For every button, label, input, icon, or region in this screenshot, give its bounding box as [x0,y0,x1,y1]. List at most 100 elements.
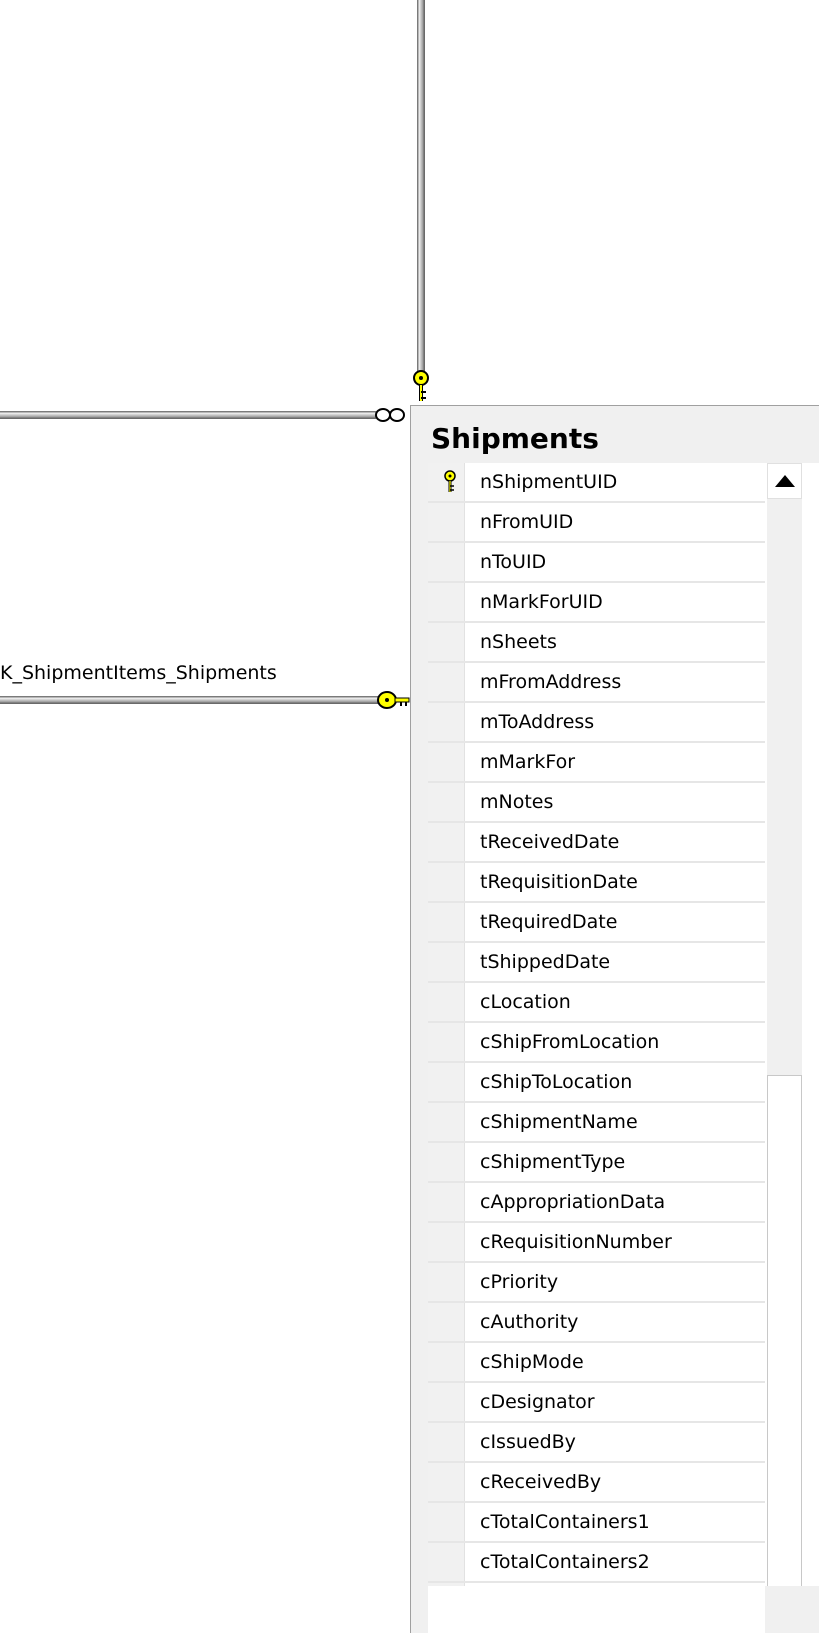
table-title[interactable]: Shipments [431,422,599,455]
table-footer [428,1586,765,1633]
row-selector[interactable] [428,903,465,941]
table-row[interactable]: cLocation [428,983,765,1023]
column-name: mMarkFor [480,751,576,773]
column-name: nSheets [480,631,557,653]
row-selector[interactable] [428,823,465,861]
column-name: cTotalContainers1 [480,1511,650,1533]
column-name: nMarkForUID [480,591,603,613]
column-list: nShipmentUID nFromUID nToUID nMarkForUID nSh… [428,463,765,1586]
table-row[interactable]: nSheets [428,623,765,663]
row-selector[interactable] [428,1063,465,1101]
table-row[interactable]: cAppropriationData [428,1183,765,1223]
relationship-line-top[interactable] [0,411,376,419]
column-name: nShipmentUID [480,471,618,493]
column-name: cShipFromLocation [480,1031,660,1053]
row-selector[interactable] [428,1343,465,1381]
column-name: cAppropriationData [480,1191,666,1213]
column-name: cShipMode [480,1351,584,1373]
row-selector[interactable] [428,463,465,501]
table-row[interactable]: tReceivedDate [428,823,765,863]
row-selector[interactable] [428,743,465,781]
row-selector[interactable] [428,663,465,701]
table-row[interactable]: cDesignator [428,1383,765,1423]
row-selector[interactable] [428,1223,465,1261]
row-selector[interactable] [428,1183,465,1221]
row-selector[interactable] [428,783,465,821]
relationship-line-vertical[interactable] [417,0,425,372]
row-selector[interactable] [428,583,465,621]
row-selector[interactable] [428,543,465,581]
row-selector[interactable] [428,503,465,541]
row-selector[interactable] [428,1263,465,1301]
table-row[interactable]: nFromUID [428,503,765,543]
table-row[interactable]: tRequisitionDate [428,863,765,903]
row-selector[interactable] [428,1023,465,1061]
shipments-table[interactable]: Shipments nShipmentUID nFromUID nToUID nMar… [410,405,819,1633]
column-name: tShippedDate [480,951,611,973]
column-name: cTotalContainers2 [480,1551,650,1573]
column-name: mFromAddress [480,671,622,693]
table-row[interactable]: nToUID [428,543,765,583]
table-row[interactable]: cShipFromLocation [428,1023,765,1063]
key-icon [413,370,429,401]
row-selector[interactable] [428,703,465,741]
column-name: cShipToLocation [480,1071,633,1093]
table-row[interactable]: cAuthority [428,1303,765,1343]
row-selector[interactable] [428,1463,465,1501]
table-row[interactable]: cIssuedBy [428,1423,765,1463]
table-row[interactable]: mMarkFor [428,743,765,783]
table-row[interactable]: cReceivedBy [428,1463,765,1503]
column-name: nToUID [480,551,547,573]
column-name: tReceivedDate [480,831,620,853]
row-selector[interactable] [428,1143,465,1181]
table-row[interactable]: cShipToLocation [428,1063,765,1103]
table-row[interactable]: cShipMode [428,1343,765,1383]
table-row[interactable]: mToAddress [428,703,765,743]
diagram-canvas: K_ShipmentItems_Shipments Shipments nShi… [0,0,819,1633]
column-name: cShipmentType [480,1151,626,1173]
column-name: cIssuedBy [480,1431,576,1453]
table-row[interactable]: cRequisitionNumber [428,1223,765,1263]
scroll-up-button[interactable] [767,463,802,499]
table-row[interactable]: tRequiredDate [428,903,765,943]
row-selector[interactable] [428,1423,465,1461]
row-selector[interactable] [428,943,465,981]
column-name: mToAddress [480,711,595,733]
table-row[interactable]: tShippedDate [428,943,765,983]
row-selector[interactable] [428,1503,465,1541]
column-name: tRequiredDate [480,911,618,933]
row-selector[interactable] [428,1303,465,1341]
primary-key-icon [444,470,456,492]
row-selector[interactable] [428,1543,465,1581]
column-name: cRequisitionNumber [480,1231,672,1253]
column-name: cPriority [480,1271,559,1293]
column-name: nFromUID [480,511,574,533]
row-selector[interactable] [428,1103,465,1141]
relationship-line-bottom[interactable] [0,696,378,704]
table-row[interactable]: cPriority [428,1263,765,1303]
key-horizontal-icon [377,691,410,709]
table-row[interactable]: cTotalContainers1 [428,1503,765,1543]
column-grid: nShipmentUID nFromUID nToUID nMarkForUID nSh… [428,463,819,1586]
table-row[interactable]: cShipmentType [428,1143,765,1183]
table-row[interactable]: mNotes [428,783,765,823]
row-selector[interactable] [428,1383,465,1421]
table-row[interactable]: cTotalContainers2 [428,1543,765,1583]
column-name: cDesignator [480,1391,595,1413]
vertical-scrollbar[interactable] [767,463,802,1586]
column-name: cShipmentName [480,1111,638,1133]
row-selector[interactable] [428,983,465,1021]
table-row[interactable]: nShipmentUID [428,463,765,503]
column-name: mNotes [480,791,554,813]
infinity-icon [375,408,405,422]
table-row[interactable]: mFromAddress [428,663,765,703]
column-name: cLocation [480,991,571,1013]
scroll-thumb[interactable] [767,1075,802,1586]
row-selector[interactable] [428,863,465,901]
relationship-label[interactable]: K_ShipmentItems_Shipments [0,662,277,684]
table-row[interactable]: nMarkForUID [428,583,765,623]
row-selector[interactable] [428,623,465,661]
table-row[interactable]: cShipmentName [428,1103,765,1143]
column-name: cAuthority [480,1311,579,1333]
column-name: cReceivedBy [480,1471,602,1493]
